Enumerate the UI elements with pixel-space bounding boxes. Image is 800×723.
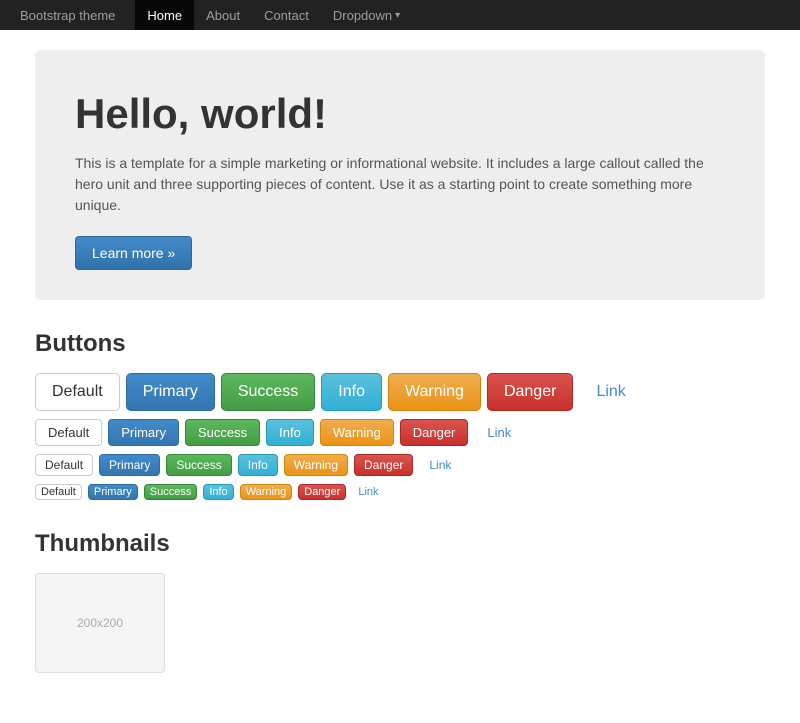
thumbnail-item[interactable]: 200x200 <box>35 573 165 673</box>
btn-danger-lg[interactable]: Danger <box>487 373 573 411</box>
btn-link-lg[interactable]: Link <box>579 373 642 411</box>
btn-link-sm[interactable]: Link <box>419 454 461 476</box>
nav-item-home[interactable]: Home <box>135 0 194 30</box>
btn-success-md[interactable]: Success <box>185 419 260 446</box>
btn-info-md[interactable]: Info <box>266 419 314 446</box>
btn-danger-sm[interactable]: Danger <box>354 454 413 476</box>
btn-success-sm[interactable]: Success <box>166 454 231 476</box>
buttons-section-title: Buttons <box>35 330 765 358</box>
btn-warning-lg[interactable]: Warning <box>388 373 481 411</box>
nav-items: Home About Contact Dropdown ▾ <box>135 0 412 30</box>
thumbnails-section: Thumbnails 200x200 <box>35 530 765 673</box>
btn-danger-md[interactable]: Danger <box>400 419 469 446</box>
btn-primary-lg[interactable]: Primary <box>126 373 215 411</box>
btn-default-md[interactable]: Default <box>35 419 102 446</box>
thumbnails-section-title: Thumbnails <box>35 530 765 558</box>
hero-cta-button[interactable]: Learn more » <box>75 236 192 270</box>
button-row-medium: Default Primary Success Info Warning Dan… <box>35 419 765 446</box>
chevron-down-icon: ▾ <box>395 10 400 21</box>
btn-info-sm[interactable]: Info <box>238 454 278 476</box>
btn-info-xs[interactable]: Info <box>203 484 233 500</box>
btn-primary-md[interactable]: Primary <box>108 419 179 446</box>
thumbnail-label: 200x200 <box>77 616 123 630</box>
btn-warning-md[interactable]: Warning <box>320 419 394 446</box>
button-row-small: Default Primary Success Info Warning Dan… <box>35 454 765 476</box>
navbar-brand[interactable]: Bootstrap theme <box>20 8 115 23</box>
navbar: Bootstrap theme Home About Contact Dropd… <box>0 0 800 30</box>
btn-warning-xs[interactable]: Warning <box>240 484 293 500</box>
btn-primary-sm[interactable]: Primary <box>99 454 160 476</box>
btn-warning-sm[interactable]: Warning <box>284 454 348 476</box>
hero-title: Hello, world! <box>75 90 725 138</box>
hero-description: This is a template for a simple marketin… <box>75 153 725 216</box>
btn-default-sm[interactable]: Default <box>35 454 93 476</box>
nav-item-dropdown[interactable]: Dropdown ▾ <box>321 0 412 30</box>
hero-unit: Hello, world! This is a template for a s… <box>35 50 765 300</box>
btn-link-md[interactable]: Link <box>474 419 524 446</box>
btn-danger-xs[interactable]: Danger <box>298 484 346 500</box>
nav-item-about[interactable]: About <box>194 0 252 30</box>
btn-default-lg[interactable]: Default <box>35 373 120 411</box>
btn-link-xs[interactable]: Link <box>352 484 384 500</box>
buttons-section: Buttons Default Primary Success Info War… <box>35 330 765 500</box>
btn-default-xs[interactable]: Default <box>35 484 82 500</box>
btn-success-lg[interactable]: Success <box>221 373 315 411</box>
button-row-xsmall: Default Primary Success Info Warning Dan… <box>35 484 765 500</box>
btn-primary-xs[interactable]: Primary <box>88 484 138 500</box>
nav-item-contact[interactable]: Contact <box>252 0 321 30</box>
btn-success-xs[interactable]: Success <box>144 484 198 500</box>
main-container: Hello, world! This is a template for a s… <box>20 30 780 723</box>
button-row-large: Default Primary Success Info Warning Dan… <box>35 373 765 411</box>
btn-info-lg[interactable]: Info <box>321 373 382 411</box>
